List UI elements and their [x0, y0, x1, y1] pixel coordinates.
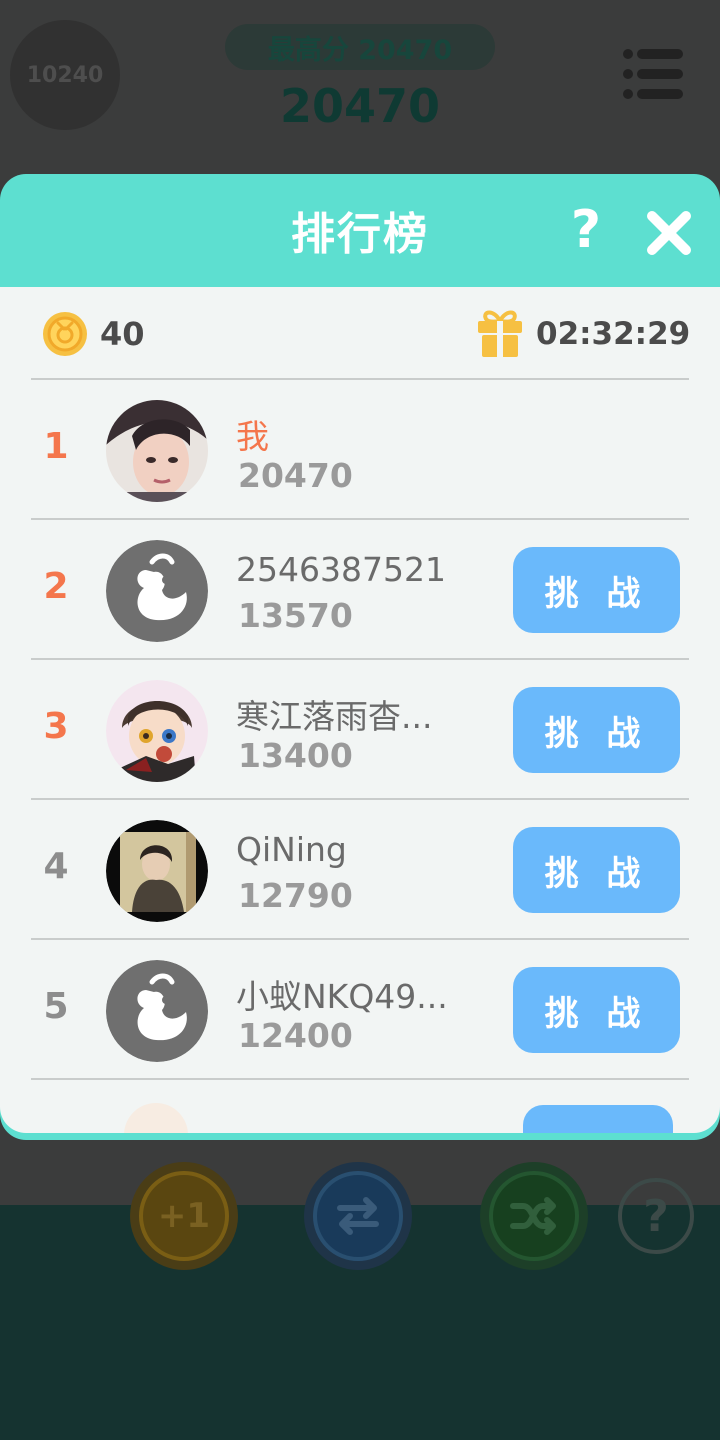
- gift-icon[interactable]: [476, 307, 524, 357]
- leaderboard-row: 5 小蚁NKQ49... 12400 挑 战: [0, 940, 720, 1078]
- shuffle-icon: [510, 1197, 556, 1235]
- leaderboard-modal: 排行榜 ? 40 02:32:29 1 我 20470 2 2546387521…: [0, 174, 720, 1140]
- avatar[interactable]: [124, 1103, 188, 1133]
- shuffle-tool-button[interactable]: [480, 1162, 588, 1270]
- player-score: 12400: [238, 1016, 353, 1055]
- default-avatar-icon[interactable]: [106, 540, 208, 642]
- challenge-button[interactable]: 挑 战: [513, 827, 680, 913]
- info-bar: 40 02:32:29: [0, 287, 720, 379]
- leaderboard-row: 1 我 20470: [0, 380, 720, 518]
- player-name: QiNing: [236, 830, 347, 869]
- player-name: 2546387521: [236, 550, 446, 589]
- player-name: 寒江落雨杳...: [236, 697, 433, 736]
- rank-number: 1: [43, 426, 69, 467]
- divider: [31, 1078, 689, 1080]
- help-button[interactable]: ?: [562, 200, 610, 260]
- player-name: 小蚁NKQ49...: [236, 977, 448, 1016]
- challenge-button[interactable]: [523, 1105, 673, 1133]
- leaderboard-row: 3 寒江落雨杳... 13400 挑 战: [0, 660, 720, 798]
- leaderboard-body: 40 02:32:29 1 我 20470 2 2546387521 13570…: [0, 287, 720, 1133]
- leaderboard-row: 4 QiNing 12790 挑 战: [0, 800, 720, 938]
- rank-number: 3: [43, 706, 69, 747]
- reward-timer: 02:32:29: [536, 316, 691, 352]
- game-help-button[interactable]: ?: [618, 1178, 694, 1254]
- target-tile: 10240: [10, 20, 120, 130]
- close-button[interactable]: [644, 208, 694, 258]
- player-score: 13400: [238, 736, 353, 775]
- player-score: 12790: [238, 876, 353, 915]
- player-score: 13570: [238, 596, 353, 635]
- plus-one-label: +1: [139, 1171, 229, 1261]
- challenge-button[interactable]: 挑 战: [513, 967, 680, 1053]
- default-avatar-icon[interactable]: [106, 960, 208, 1062]
- coin-icon: [43, 312, 87, 356]
- plus-one-tool-button[interactable]: +1: [130, 1162, 238, 1270]
- player-name: 我: [236, 417, 269, 456]
- rank-number: 2: [43, 566, 69, 607]
- leaderboard-row: 2 2546387521 13570 挑 战: [0, 520, 720, 658]
- menu-button[interactable]: [620, 48, 686, 100]
- menu-list-icon: [623, 49, 683, 99]
- avatar[interactable]: [106, 400, 208, 502]
- challenge-button[interactable]: 挑 战: [513, 687, 680, 773]
- challenge-button[interactable]: 挑 战: [513, 547, 680, 633]
- rank-number: 5: [43, 986, 69, 1027]
- avatar[interactable]: [106, 820, 208, 922]
- avatar[interactable]: [106, 680, 208, 782]
- best-score-pill: 最高分 20470: [225, 24, 495, 70]
- coin-count: 40: [100, 315, 145, 353]
- modal-title: 排行榜: [291, 209, 429, 260]
- player-score: 20470: [238, 456, 353, 495]
- rank-number: 4: [43, 846, 69, 887]
- swap-tool-button[interactable]: [304, 1162, 412, 1270]
- modal-header: 排行榜 ?: [0, 174, 720, 286]
- close-icon: [647, 211, 691, 255]
- current-score: 20470: [279, 79, 441, 133]
- swap-arrows-icon: [337, 1197, 379, 1235]
